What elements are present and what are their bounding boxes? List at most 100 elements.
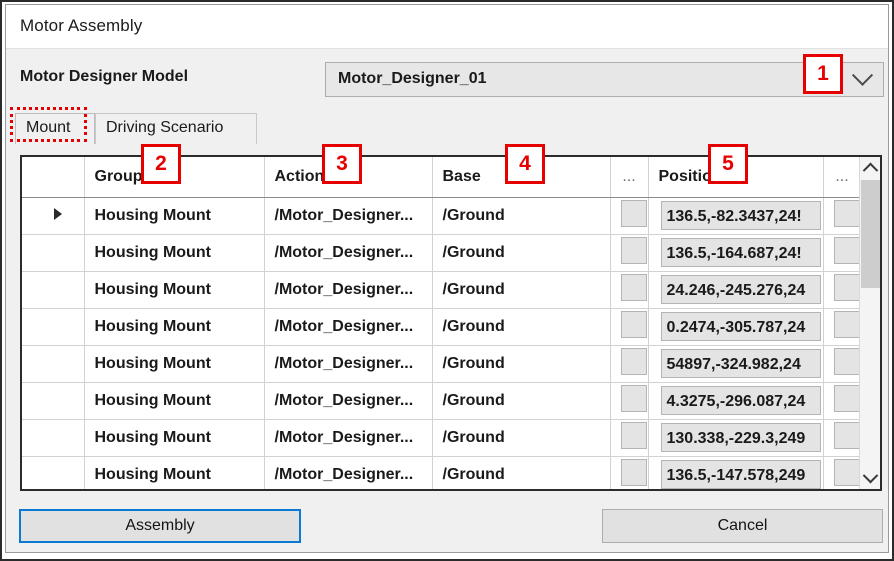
position-value[interactable]: 4.3275,-296.087,24 bbox=[660, 386, 821, 415]
chevron-up-icon[interactable] bbox=[860, 157, 880, 179]
cell-position[interactable]: 24.246,-245.276,24 bbox=[648, 271, 824, 309]
cell-base[interactable]: /Ground bbox=[432, 419, 611, 457]
cell-group[interactable]: Housing Mount bbox=[84, 456, 265, 489]
ellipsis-button-icon[interactable] bbox=[834, 421, 860, 449]
ellipsis-button-icon[interactable] bbox=[834, 347, 860, 375]
cell-group[interactable]: Housing Mount bbox=[84, 197, 265, 235]
cell-action[interactable]: /Motor_Designer... bbox=[264, 271, 433, 309]
row-selector-cell[interactable] bbox=[22, 419, 85, 457]
cell-group[interactable]: Housing Mount bbox=[84, 271, 265, 309]
chevron-down-icon[interactable] bbox=[841, 63, 883, 96]
grid-vertical-scrollbar[interactable] bbox=[859, 157, 880, 489]
cell-action[interactable]: /Motor_Designer... bbox=[264, 345, 433, 383]
ellipsis-button-icon[interactable] bbox=[834, 199, 860, 227]
ellipsis-button-icon[interactable] bbox=[621, 421, 647, 449]
assembly-button[interactable]: Assembly bbox=[19, 509, 301, 543]
cell-position[interactable]: 136.5,-147.578,249 bbox=[648, 456, 824, 489]
cell-position[interactable]: 4.3275,-296.087,24 bbox=[648, 382, 824, 420]
cell-base[interactable]: /Ground bbox=[432, 234, 611, 272]
cell-dots-2[interactable] bbox=[823, 197, 862, 235]
row-selector-cell[interactable] bbox=[22, 234, 85, 272]
cell-position[interactable]: 130.338,-229.3,249 bbox=[648, 419, 824, 457]
table-row[interactable]: Housing Mount /Motor_Designer... /Ground… bbox=[22, 456, 862, 489]
cell-action[interactable]: /Motor_Designer... bbox=[264, 456, 433, 489]
scrollbar-thumb[interactable] bbox=[861, 180, 880, 288]
motor-designer-model-dropdown[interactable]: Motor_Designer_01 bbox=[325, 62, 884, 97]
position-value[interactable]: 54897,-324.982,24 bbox=[660, 349, 821, 378]
table-row[interactable]: Housing Mount /Motor_Designer... /Ground… bbox=[22, 271, 862, 309]
cell-base[interactable]: /Ground bbox=[432, 345, 611, 383]
chevron-down-icon[interactable] bbox=[860, 467, 880, 489]
cell-dots-2[interactable] bbox=[823, 271, 862, 309]
ellipsis-button-icon[interactable] bbox=[621, 199, 647, 227]
cell-group[interactable]: Housing Mount bbox=[84, 382, 265, 420]
ellipsis-button-icon[interactable] bbox=[834, 384, 860, 412]
row-selector-cell[interactable] bbox=[22, 197, 85, 235]
ellipsis-button-icon[interactable] bbox=[834, 458, 860, 486]
cell-dots-1[interactable] bbox=[610, 382, 649, 420]
position-value[interactable]: 0.2474,-305.787,24 bbox=[660, 312, 821, 341]
tab-driving-scenario[interactable]: Driving Scenario bbox=[95, 113, 257, 144]
cell-dots-2[interactable] bbox=[823, 456, 862, 489]
ellipsis-button-icon[interactable] bbox=[621, 384, 647, 412]
position-value[interactable]: 130.338,-229.3,249 bbox=[660, 423, 821, 452]
ellipsis-button-icon[interactable] bbox=[621, 273, 647, 301]
cell-position[interactable]: 136.5,-82.3437,24! bbox=[648, 197, 824, 235]
row-selector-cell[interactable] bbox=[22, 308, 85, 346]
cell-action[interactable]: /Motor_Designer... bbox=[264, 419, 433, 457]
column-header-dots-1[interactable]: ... bbox=[610, 157, 649, 198]
cell-group[interactable]: Housing Mount bbox=[84, 234, 265, 272]
ellipsis-button-icon[interactable] bbox=[621, 458, 647, 486]
ellipsis-button-icon[interactable] bbox=[621, 347, 647, 375]
cell-dots-1[interactable] bbox=[610, 234, 649, 272]
row-selector-cell[interactable] bbox=[22, 271, 85, 309]
column-header-dots-2[interactable]: ... bbox=[823, 157, 862, 198]
cell-dots-1[interactable] bbox=[610, 456, 649, 489]
table-row[interactable]: Housing Mount /Motor_Designer... /Ground… bbox=[22, 382, 862, 420]
ellipsis-button-icon[interactable] bbox=[621, 310, 647, 338]
cell-position[interactable]: 0.2474,-305.787,24 bbox=[648, 308, 824, 346]
cell-dots-1[interactable] bbox=[610, 271, 649, 309]
position-value[interactable]: 136.5,-164.687,24! bbox=[660, 238, 821, 267]
cell-dots-2[interactable] bbox=[823, 308, 862, 346]
cell-dots-1[interactable] bbox=[610, 197, 649, 235]
tab-mount[interactable]: Mount bbox=[15, 113, 95, 144]
cell-base[interactable]: /Ground bbox=[432, 197, 611, 235]
cell-group[interactable]: Housing Mount bbox=[84, 419, 265, 457]
position-value[interactable]: 136.5,-147.578,249 bbox=[660, 460, 821, 489]
cell-dots-1[interactable] bbox=[610, 419, 649, 457]
cell-group[interactable]: Housing Mount bbox=[84, 345, 265, 383]
row-selector-cell[interactable] bbox=[22, 345, 85, 383]
cell-position[interactable]: 136.5,-164.687,24! bbox=[648, 234, 824, 272]
cell-base[interactable]: /Ground bbox=[432, 271, 611, 309]
cell-dots-2[interactable] bbox=[823, 345, 862, 383]
cell-base[interactable]: /Ground bbox=[432, 382, 611, 420]
cell-dots-1[interactable] bbox=[610, 308, 649, 346]
table-row[interactable]: Housing Mount /Motor_Designer... /Ground… bbox=[22, 345, 862, 383]
cell-action[interactable]: /Motor_Designer... bbox=[264, 234, 433, 272]
table-row[interactable]: Housing Mount /Motor_Designer... /Ground… bbox=[22, 308, 862, 346]
ellipsis-button-icon[interactable] bbox=[621, 236, 647, 264]
row-selector-cell[interactable] bbox=[22, 382, 85, 420]
position-value[interactable]: 136.5,-82.3437,24! bbox=[660, 201, 821, 230]
ellipsis-button-icon[interactable] bbox=[834, 273, 860, 301]
cell-position[interactable]: 54897,-324.982,24 bbox=[648, 345, 824, 383]
cell-dots-2[interactable] bbox=[823, 419, 862, 457]
cancel-button[interactable]: Cancel bbox=[602, 509, 883, 543]
cell-dots-2[interactable] bbox=[823, 234, 862, 272]
cell-group[interactable]: Housing Mount bbox=[84, 308, 265, 346]
ellipsis-button-icon[interactable] bbox=[834, 236, 860, 264]
cell-dots-2[interactable] bbox=[823, 382, 862, 420]
table-row[interactable]: Housing Mount /Motor_Designer... /Ground… bbox=[22, 234, 862, 272]
cell-dots-1[interactable] bbox=[610, 345, 649, 383]
row-selector-cell[interactable] bbox=[22, 456, 85, 489]
cell-base[interactable]: /Ground bbox=[432, 456, 611, 489]
cell-base[interactable]: /Ground bbox=[432, 308, 611, 346]
table-row[interactable]: Housing Mount /Motor_Designer... /Ground… bbox=[22, 197, 862, 235]
table-row[interactable]: Housing Mount /Motor_Designer... /Ground… bbox=[22, 419, 862, 457]
position-value[interactable]: 24.246,-245.276,24 bbox=[660, 275, 821, 304]
cell-action[interactable]: /Motor_Designer... bbox=[264, 382, 433, 420]
cell-action[interactable]: /Motor_Designer... bbox=[264, 308, 433, 346]
cell-action[interactable]: /Motor_Designer... bbox=[264, 197, 433, 235]
ellipsis-button-icon[interactable] bbox=[834, 310, 860, 338]
